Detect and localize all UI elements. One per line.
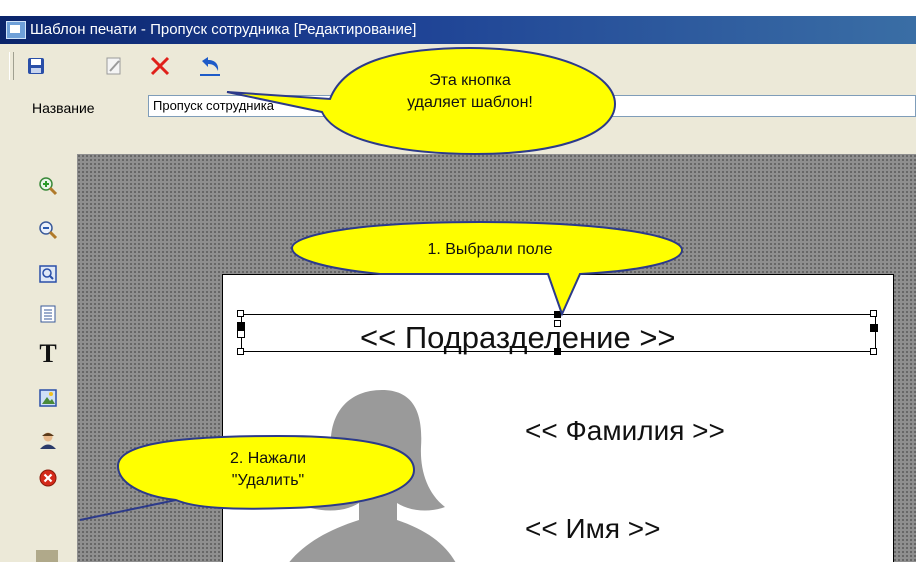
callout-selected-field-text: 1. Выбрали поле <box>427 241 553 258</box>
callout-pressed-delete-line2: "Удалить" <box>231 472 305 489</box>
callout-pressed-delete-line1: 2. Нажали <box>229 450 307 467</box>
callout-pressed-delete-text: 2. Нажали "Удалить" <box>168 448 368 492</box>
callout-delete-template-line1: Эта кнопка <box>429 72 511 89</box>
callout-delete-template-line2: удаляет шаблон! <box>407 94 533 111</box>
callout-selected-field <box>290 220 684 317</box>
callout-delete-template-text: Эта кнопка удаляет шаблон! <box>360 70 580 114</box>
